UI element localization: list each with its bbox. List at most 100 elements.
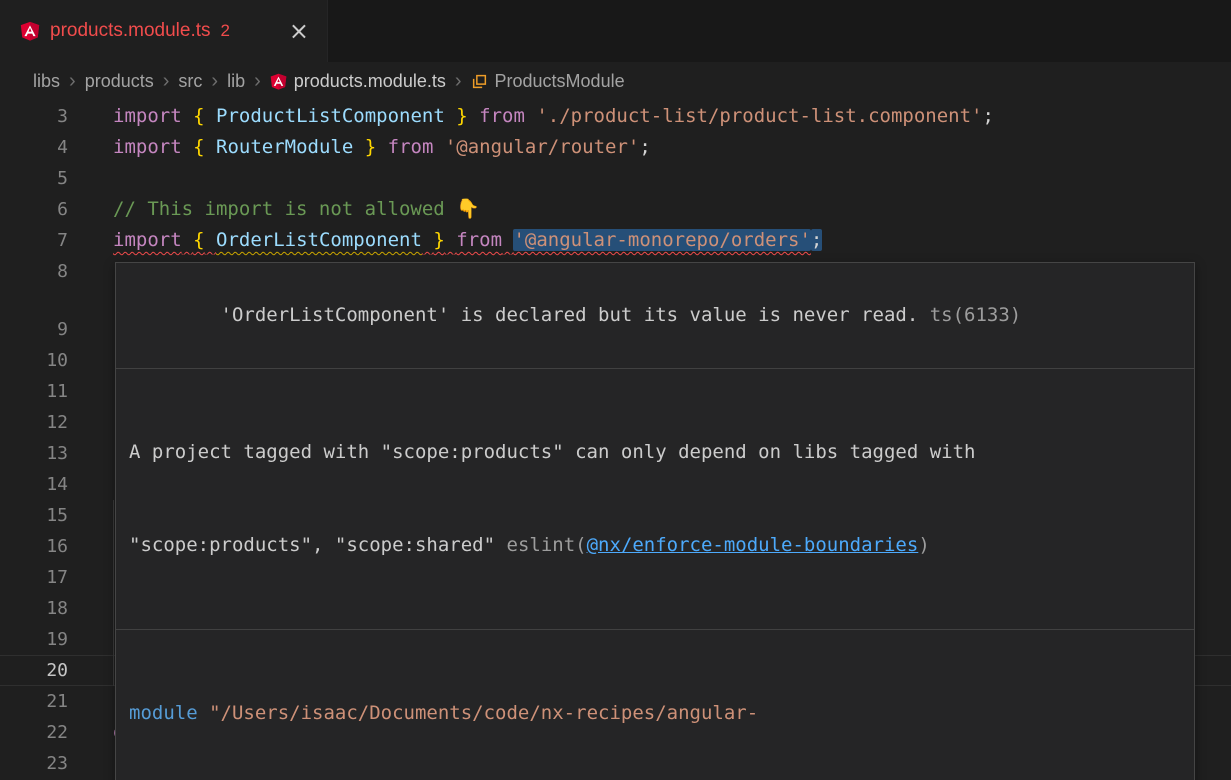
code-token [182, 229, 193, 251]
code-token: ; [982, 105, 993, 127]
editor[interactable]: 3import { ProductListComponent } from '.… [0, 101, 1231, 780]
eslint-source-close: ) [918, 534, 929, 556]
tab-label: products.module.ts [50, 20, 211, 42]
code-token [205, 136, 216, 158]
code-token [182, 105, 193, 127]
code-token: } [365, 136, 376, 158]
tab-products-module-ts[interactable]: products.module.ts 2 × [0, 0, 328, 62]
line-number[interactable]: 20 [0, 655, 68, 686]
code-token: { [193, 229, 204, 251]
code-token: import [113, 136, 182, 158]
line-number[interactable]: 3 [0, 101, 68, 132]
line-content[interactable]: import { RouterModule } from '@angular/r… [68, 132, 651, 163]
code-token: './product-list/product-list.component' [536, 105, 982, 127]
code-token [502, 229, 513, 251]
line-number[interactable]: 12 [0, 407, 68, 438]
code-token: // This import is not allowed 👇 [113, 198, 480, 220]
vscode-window: products.module.ts 2 × libs › products ›… [0, 0, 1231, 780]
chevron-right-icon: › [254, 70, 261, 93]
line-number[interactable]: 17 [0, 562, 68, 593]
breadcrumb-item-lib[interactable]: lib [227, 71, 245, 92]
code-line-3[interactable]: 3import { ProductListComponent } from '.… [0, 101, 1231, 132]
code-token: import [113, 105, 182, 127]
line-number[interactable]: 22 [0, 717, 68, 748]
line-number[interactable]: 16 [0, 531, 68, 562]
code-token [353, 136, 364, 158]
code-token: ; [811, 229, 822, 251]
eslint-source-open: eslint( [507, 534, 587, 556]
breadcrumb: libs › products › src › lib › products.m… [0, 62, 1231, 101]
eslint-message-line1: A project tagged with "scope:products" c… [129, 437, 1181, 468]
breadcrumb-item-file[interactable]: products.module.ts [270, 71, 446, 92]
ts-diagnostic-message: 'OrderListComponent' is declared but its… [221, 304, 919, 326]
chevron-right-icon: › [163, 70, 170, 93]
breadcrumb-item-products[interactable]: products [85, 71, 154, 92]
eslint-rule-link[interactable]: @nx/enforce-module-boundaries [587, 534, 919, 556]
line-content[interactable] [68, 345, 113, 376]
module-path-line1: "/Users/isaac/Documents/code/nx-recipes/… [209, 702, 758, 724]
ts-diagnostic-code: ts(6133) [918, 304, 1021, 326]
code-token: '@angular/router' [445, 136, 639, 158]
line-content[interactable] [68, 407, 113, 438]
module-keyword: module [129, 702, 209, 724]
line-number[interactable]: 23 [0, 748, 68, 779]
line-content[interactable] [68, 438, 113, 469]
line-number[interactable]: 9 [0, 314, 68, 345]
code-line-5[interactable]: 5 [0, 163, 1231, 194]
line-number[interactable]: 4 [0, 132, 68, 163]
line-content[interactable]: import { OrderListComponent } from '@ang… [68, 225, 822, 256]
breadcrumb-file-label: products.module.ts [294, 71, 446, 92]
eslint-message-line2: "scope:products", "scope:shared" eslint(… [129, 530, 1181, 561]
close-icon[interactable]: × [289, 19, 309, 43]
line-number[interactable]: 5 [0, 163, 68, 194]
line-content[interactable] [68, 314, 113, 345]
code-token [422, 229, 433, 251]
line-content[interactable]: import { ProductListComponent } from './… [68, 101, 994, 132]
code-token: from [456, 229, 502, 251]
line-number[interactable]: 10 [0, 345, 68, 376]
tab-bar: products.module.ts 2 × [0, 0, 1231, 62]
code-token [182, 136, 193, 158]
line-number[interactable]: 19 [0, 624, 68, 655]
angular-icon [20, 21, 40, 41]
line-number[interactable]: 18 [0, 593, 68, 624]
angular-icon [270, 73, 287, 90]
line-number[interactable]: 7 [0, 225, 68, 256]
code-token [376, 136, 387, 158]
line-number[interactable]: 6 [0, 194, 68, 225]
tab-problem-count-badge: 2 [221, 21, 230, 41]
line-number[interactable]: 11 [0, 376, 68, 407]
code-line-7[interactable]: 7import { OrderListComponent } from '@an… [0, 225, 1231, 256]
breadcrumb-symbol-label: ProductsModule [495, 71, 625, 92]
line-content[interactable] [68, 163, 113, 194]
breadcrumb-item-src[interactable]: src [178, 71, 202, 92]
line-content[interactable] [68, 376, 113, 407]
breadcrumb-item-libs[interactable]: libs [33, 71, 60, 92]
line-number[interactable]: 21 [0, 686, 68, 717]
class-symbol-icon [471, 73, 488, 90]
code-line-4[interactable]: 4import { RouterModule } from '@angular/… [0, 132, 1231, 163]
line-content[interactable] [68, 256, 113, 287]
code-token: OrderListComponent [216, 229, 422, 251]
line-content[interactable] [68, 748, 113, 779]
code-line-6[interactable]: 6 // This import is not allowed 👇 [0, 194, 1231, 225]
code-token [205, 229, 216, 251]
line-number[interactable]: 14 [0, 469, 68, 500]
code-token [445, 229, 456, 251]
line-number[interactable]: 8 [0, 256, 68, 287]
breadcrumb-item-symbol[interactable]: ProductsModule [471, 71, 625, 92]
chevron-right-icon: › [69, 70, 76, 93]
code-token [433, 136, 444, 158]
code-token: { [193, 136, 204, 158]
line-number[interactable]: 15 [0, 500, 68, 531]
line-content[interactable]: // This import is not allowed 👇 [68, 194, 480, 225]
ts-diagnostic-section: 'OrderListComponent' is declared but its… [116, 263, 1194, 369]
code-token: } [456, 105, 467, 127]
code-token: from [388, 136, 434, 158]
code-token: from [479, 105, 525, 127]
code-token [445, 105, 456, 127]
line-content[interactable] [68, 469, 113, 500]
line-number[interactable]: 13 [0, 438, 68, 469]
code-token [468, 105, 479, 127]
module-info-section: module "/Users/isaac/Documents/code/nx-r… [116, 630, 1194, 780]
